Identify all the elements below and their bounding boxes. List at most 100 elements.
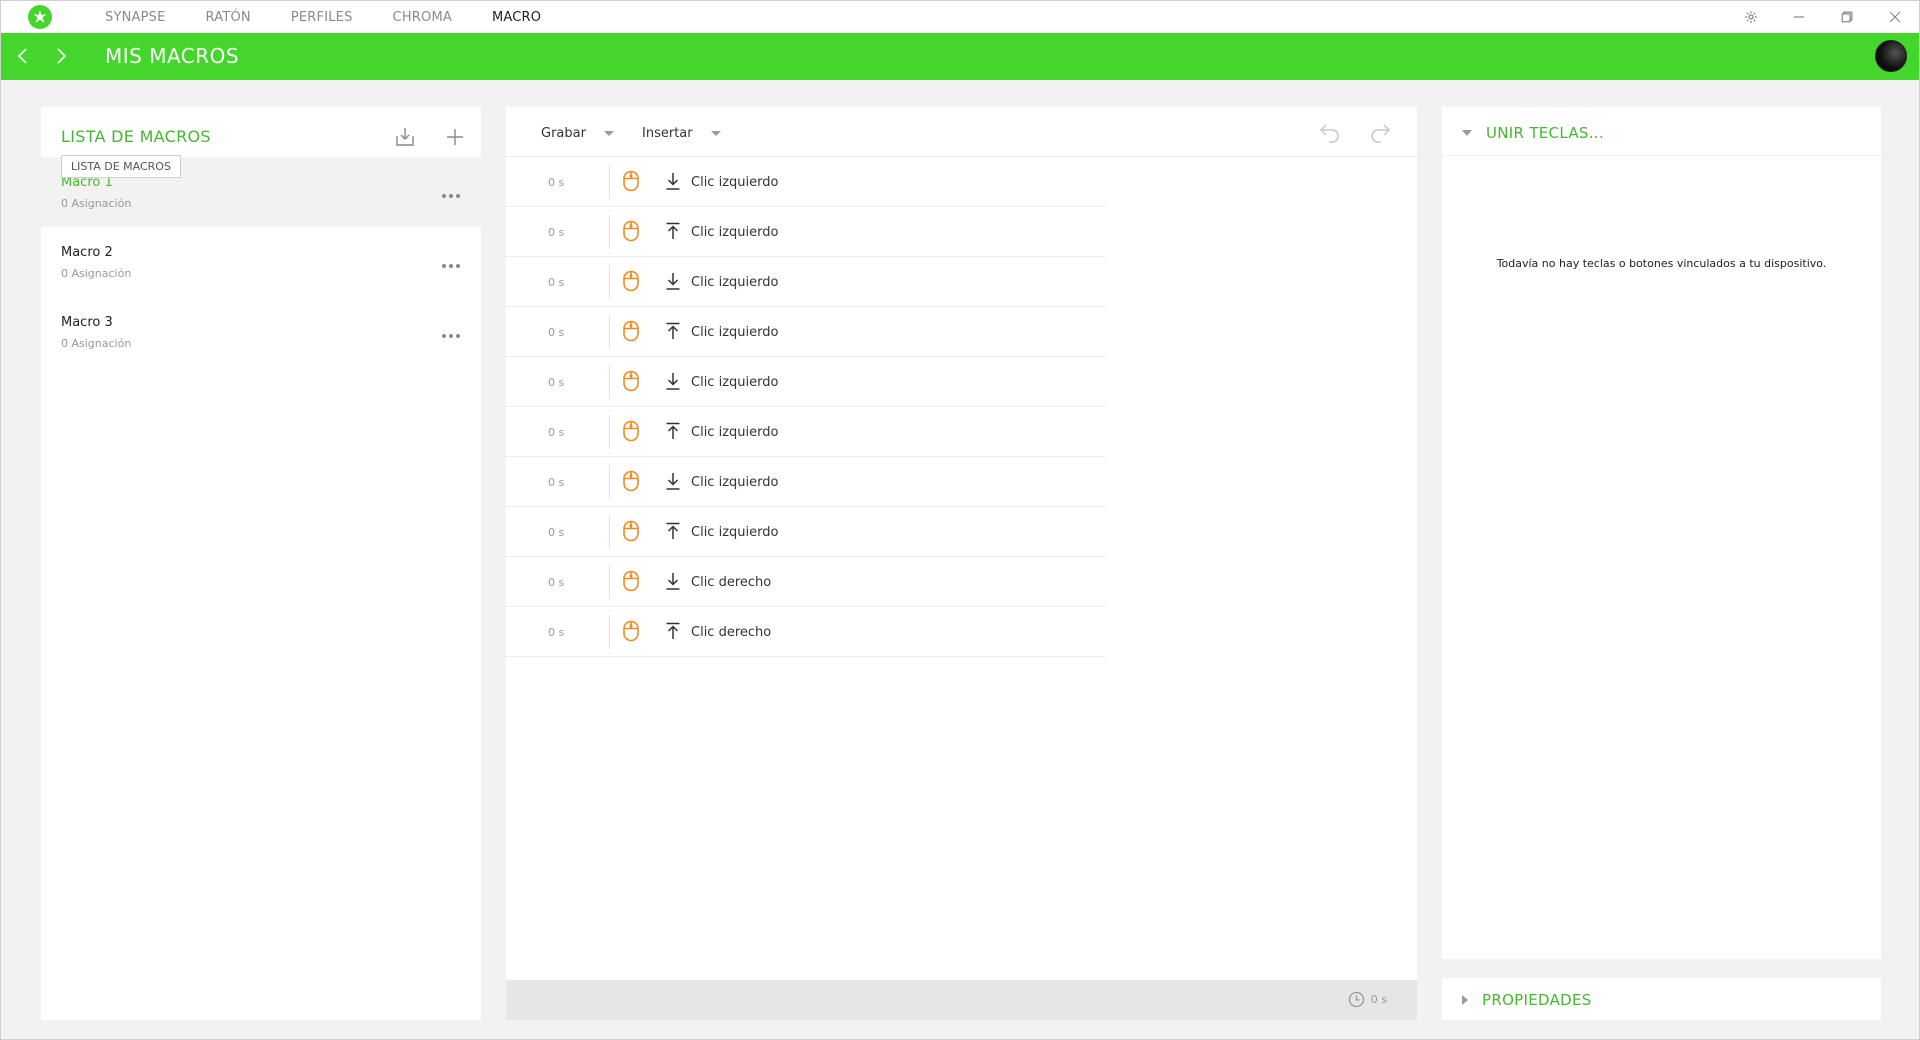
razer-logo-icon[interactable]: [28, 5, 52, 29]
event-delay: 0 s: [548, 326, 565, 339]
more-options-icon[interactable]: [441, 254, 461, 268]
event-delay: 0 s: [548, 376, 565, 389]
nav-macro[interactable]: MACRO: [492, 10, 541, 25]
close-icon[interactable]: [1871, 1, 1919, 33]
event-delay: 0 s: [548, 626, 565, 639]
event-label: Clic izquierdo: [691, 425, 779, 440]
table-row[interactable]: 0 s Clic izquierdo: [506, 407, 1106, 457]
add-macro-icon[interactable]: [443, 125, 467, 149]
import-icon[interactable]: [393, 125, 417, 149]
caret-right-icon: [1462, 995, 1468, 1005]
event-delay: 0 s: [548, 426, 565, 439]
table-row[interactable]: 0 s Clic derecho: [506, 607, 1106, 657]
event-delay: 0 s: [548, 276, 565, 289]
minimize-icon[interactable]: [1775, 1, 1823, 33]
divider: [609, 215, 610, 249]
event-label: Clic izquierdo: [691, 375, 779, 390]
more-options-icon[interactable]: [441, 324, 461, 338]
divider: [609, 415, 610, 449]
nav-synapse[interactable]: SYNAPSE: [105, 10, 166, 25]
table-row[interactable]: 0 s Clic derecho: [506, 557, 1106, 607]
mouse-icon: [622, 270, 640, 292]
bind-keys-title: UNIR TECLAS...: [1486, 124, 1604, 142]
macro-name: Macro 3: [61, 315, 113, 330]
empty-message: Todavía no hay teclas o botones vinculad…: [1496, 257, 1827, 270]
event-label: Clic izquierdo: [691, 175, 779, 190]
event-delay: 0 s: [548, 576, 565, 589]
window-controls: [1727, 1, 1919, 33]
event-delay: 0 s: [548, 176, 565, 189]
total-time: 0 s: [1370, 993, 1387, 1006]
key-up-arrow-icon: [664, 221, 682, 241]
event-label: Clic izquierdo: [691, 325, 779, 340]
editor-toolbar: Grabar Insertar: [506, 107, 1417, 157]
table-row[interactable]: 0 s Clic izquierdo: [506, 457, 1106, 507]
page-title: MIS MACROS: [105, 44, 240, 68]
bind-keys-toggle[interactable]: UNIR TECLAS...: [1462, 124, 1604, 142]
divider: [609, 465, 610, 499]
divider: [609, 165, 610, 199]
table-row[interactable]: 0 s Clic izquierdo: [506, 307, 1106, 357]
table-row[interactable]: 0 s Clic izquierdo: [506, 157, 1106, 207]
macro-editor-panel: Grabar Insertar 0 s Clic izquierdo 0 s C…: [506, 107, 1417, 1020]
macro-name: Macro 2: [61, 245, 113, 260]
nav-chroma[interactable]: CHROMA: [393, 10, 452, 25]
key-down-arrow-icon: [664, 371, 682, 391]
divider: [609, 365, 610, 399]
page-header: MIS MACROS: [1, 33, 1919, 80]
caret-down-icon: [710, 131, 721, 136]
mouse-icon: [622, 320, 640, 342]
mouse-icon: [622, 370, 640, 392]
back-arrow-icon[interactable]: [14, 47, 32, 65]
mouse-icon: [622, 220, 640, 242]
mouse-icon: [622, 470, 640, 492]
table-row[interactable]: 0 s Clic izquierdo: [506, 507, 1106, 557]
table-row[interactable]: 0 s Clic izquierdo: [506, 357, 1106, 407]
key-up-arrow-icon: [664, 421, 682, 441]
top-nav: SYNAPSE RATÓN PERFILES CHROMA MACRO: [105, 1, 581, 33]
bind-keys-panel: UNIR TECLAS... Todavía no hay teclas o b…: [1442, 107, 1881, 959]
event-label: Clic izquierdo: [691, 525, 779, 540]
mouse-icon: [622, 420, 640, 442]
undo-icon[interactable]: [1317, 119, 1343, 145]
key-down-arrow-icon: [664, 271, 682, 291]
properties-title: PROPIEDADES: [1482, 991, 1592, 1009]
divider: [609, 315, 610, 349]
caret-down-icon: [603, 131, 614, 136]
caret-down-icon: [1462, 130, 1472, 136]
record-dropdown[interactable]: Grabar: [541, 126, 614, 141]
table-row[interactable]: 0 s Clic izquierdo: [506, 257, 1106, 307]
macro-list: Macro 1 0 Asignación Macro 2 0 Asignació…: [41, 157, 481, 367]
nav-raton[interactable]: RATÓN: [206, 10, 251, 25]
key-up-arrow-icon: [664, 521, 682, 541]
table-row[interactable]: 0 s Clic izquierdo: [506, 207, 1106, 257]
macro-assignment: 0 Asignación: [61, 267, 132, 280]
key-down-arrow-icon: [664, 571, 682, 591]
nav-perfiles[interactable]: PERFILES: [291, 10, 353, 25]
macro-event-list: 0 s Clic izquierdo 0 s Clic izquierdo 0 …: [506, 157, 1106, 657]
properties-panel: PROPIEDADES: [1442, 978, 1881, 1020]
insert-dropdown[interactable]: Insertar: [642, 126, 721, 141]
forward-arrow-icon[interactable]: [52, 47, 70, 65]
event-label: Clic derecho: [691, 625, 772, 640]
avatar[interactable]: [1875, 40, 1907, 72]
properties-toggle[interactable]: PROPIEDADES: [1462, 991, 1592, 1009]
divider: [609, 565, 610, 599]
list-item[interactable]: Macro 2 0 Asignación: [41, 227, 481, 297]
list-item[interactable]: Macro 3 0 Asignación: [41, 297, 481, 367]
redo-icon[interactable]: [1367, 119, 1393, 145]
macro-list-panel: LISTA DE MACROS LISTA DE MACROS Macro 1 …: [41, 107, 481, 1020]
divider: [609, 265, 610, 299]
record-label: Grabar: [541, 126, 586, 141]
mouse-icon: [622, 570, 640, 592]
settings-gear-icon[interactable]: [1727, 1, 1775, 33]
restore-icon[interactable]: [1823, 1, 1871, 33]
event-label: Clic izquierdo: [691, 475, 779, 490]
divider: [609, 515, 610, 549]
event-label: Clic izquierdo: [691, 225, 779, 240]
key-down-arrow-icon: [664, 471, 682, 491]
event-label: Clic izquierdo: [691, 275, 779, 290]
divider: [609, 615, 610, 649]
event-delay: 0 s: [548, 526, 565, 539]
more-options-icon[interactable]: [441, 184, 461, 198]
